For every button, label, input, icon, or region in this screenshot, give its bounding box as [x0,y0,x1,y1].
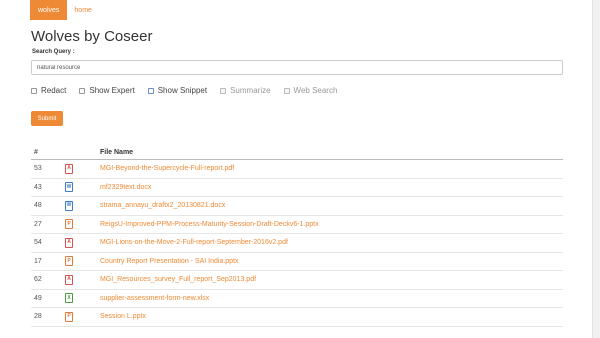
powerpoint-file-icon: P [65,311,73,322]
pdf-file-icon: A [65,274,73,285]
file-link[interactable]: MGI-Lions-on-the-Move-2-Full-report-Sept… [100,239,563,246]
table-row: 48 W strama_annayu_draftx2_20130821.docx [31,197,563,216]
row-num: 54 [34,239,42,247]
nav-item-wolves[interactable]: wolves [30,0,68,20]
table-row: 27 P ReigsU-Improved-PPM-Process-Maturit… [31,216,563,234]
option-show-expert[interactable]: Show Expert [79,86,135,95]
show-snippet-label: Show Snippet [157,86,208,95]
summarize-label: Summarize [230,86,271,95]
table-row: 62 A MGI_Resources_survey_Full_report_Se… [31,271,563,290]
file-link[interactable]: mf2329text.docx [100,184,563,191]
file-link[interactable]: Session L.pptx [100,313,563,320]
redact-label: Redact [41,86,67,95]
option-show-snippet[interactable]: Show Snippet [147,86,208,95]
search-query-input[interactable] [31,60,563,75]
row-num: 62 [34,276,42,284]
table-row: 28 P Session L.pptx [31,308,563,327]
show-snippet-checkbox[interactable] [147,87,154,94]
option-summarize: Summarize [220,86,271,95]
table-row: 43 W mf2329text.docx [31,179,563,197]
table-row: 49 X supplier-assessment-form-new.xlsx [31,290,563,308]
file-link[interactable]: ReigsU-Improved-PPM-Process-Maturity-Ses… [100,221,563,228]
table-header: # File Name [31,145,563,160]
results-table: # File Name 53 A MGI-Beyond-the-Supercyc… [31,145,563,327]
row-num: 48 [34,202,42,210]
submit-button[interactable]: Submit [31,111,63,126]
row-num: 27 [34,220,42,228]
excel-file-icon: X [65,293,73,304]
summarize-checkbox [220,87,227,94]
file-link[interactable]: MGI-Beyond-the-Supercycle-Full-report.pd… [100,165,563,172]
file-link[interactable]: Country Report Presentation - SAI India.… [100,258,563,265]
table-row: 53 A MGI-Beyond-the-Supercycle-Full-repo… [31,160,563,179]
row-num: 53 [34,165,42,173]
header-num: # [34,148,38,156]
row-num: 43 [34,183,42,191]
file-link[interactable]: MGI_Resources_survey_Full_report_Sep2013… [100,276,563,283]
table-row: 17 P Country Report Presentation - SAI I… [31,253,563,271]
show-expert-checkbox[interactable] [79,87,86,94]
header-file-name: File Name [100,148,134,156]
top-nav: wolves home [30,0,99,20]
option-redact[interactable]: Redact [31,86,66,95]
word-file-icon: W [65,200,73,211]
powerpoint-file-icon: P [65,219,73,230]
file-link[interactable]: strama_annayu_draftx2_20130821.docx [100,202,563,209]
table-row: 54 A MGI-Lions-on-the-Move-2-Full-report… [31,234,563,253]
file-link[interactable]: supplier-assessment-form-new.xlsx [100,295,563,302]
web-search-checkbox [283,87,290,94]
powerpoint-file-icon: P [65,256,73,267]
page-title: Wolves by Coseer [31,28,153,45]
row-num: 49 [34,294,42,302]
pdf-file-icon: A [65,163,73,174]
row-num: 28 [34,313,42,321]
show-expert-label: Show Expert [89,86,135,95]
search-query-label: Search Query : [32,49,75,55]
word-file-icon: W [65,182,73,193]
redact-checkbox[interactable] [31,87,37,94]
nav-item-home[interactable]: home [67,0,99,20]
row-num: 17 [34,257,42,265]
page-scrollbar[interactable] [592,0,600,338]
web-search-label: Web Search [293,86,338,95]
search-options: Redact Show Expert Show Snippet Summariz… [31,86,350,95]
pdf-file-icon: A [65,237,73,248]
option-web-search: Web Search [283,86,338,95]
